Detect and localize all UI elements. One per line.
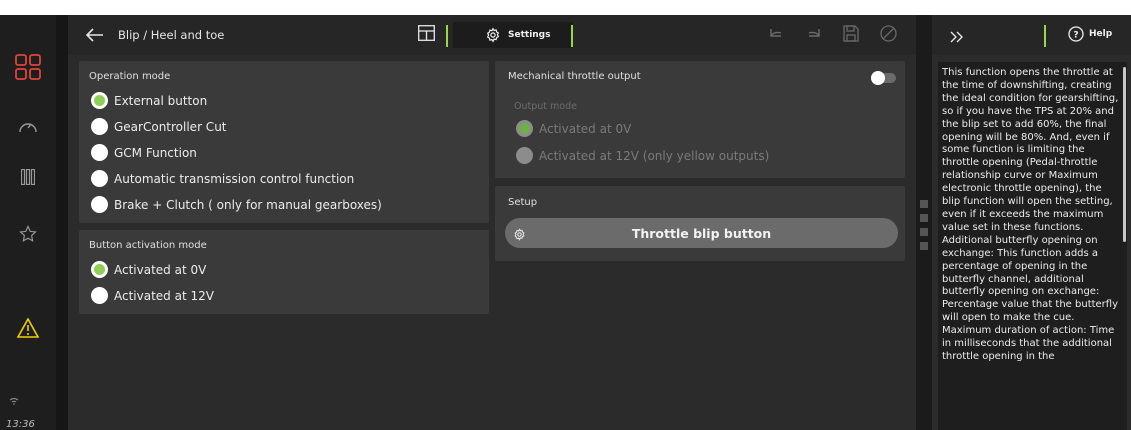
clock-time: 13:36: [6, 419, 35, 430]
throttle-blip-button[interactable]: Throttle blip button: [505, 218, 898, 248]
radio-selected[interactable]: [91, 261, 108, 278]
option-output-0v[interactable]: Activated at 0V: [516, 120, 631, 137]
help-scrollbar[interactable]: [1123, 67, 1126, 242]
option-label: Brake + Clutch ( only for manual gearbox…: [114, 197, 382, 212]
top-strip: [0, 0, 1131, 15]
help-separator: [1044, 25, 1046, 47]
radio[interactable]: [91, 118, 108, 135]
option-gearcontroller-cut[interactable]: GearController Cut: [91, 118, 227, 135]
radio[interactable]: [91, 144, 108, 161]
mechanical-throttle-title: Mechanical throttle output: [508, 71, 641, 82]
help-label[interactable]: Help: [1089, 29, 1112, 39]
settings-label: Settings: [508, 30, 551, 40]
left-sidebar: 13:36: [0, 15, 56, 430]
toggle-knob: [871, 71, 885, 85]
option-label: Activated at 0V: [539, 121, 632, 136]
tab-separator-left: [446, 25, 448, 47]
warning-icon[interactable]: [14, 314, 42, 342]
help-panel: ? Help This function opens the throttle …: [932, 15, 1131, 430]
header-bar: Blip / Heel and toe Settings: [68, 15, 916, 55]
option-external-button[interactable]: External button: [91, 92, 207, 109]
button-activation-panel: Button activation mode Activated at 0V A…: [79, 230, 489, 314]
sidebar-divider: [56, 15, 68, 430]
mechanical-throttle-toggle[interactable]: [871, 71, 896, 85]
panel-resize-handle[interactable]: [920, 200, 928, 256]
svg-text:?: ?: [1073, 31, 1078, 41]
option-label: Activated at 12V (only yellow outputs): [539, 148, 770, 163]
operation-mode-title: Operation mode: [89, 71, 171, 82]
throttle-blip-label: Throttle blip button: [631, 226, 772, 241]
grid-icon[interactable]: [14, 53, 42, 81]
option-activated-0v[interactable]: Activated at 0V: [91, 261, 206, 278]
option-automatic-transmission[interactable]: Automatic transmission control function: [91, 170, 354, 187]
help-text: This function opens the throttle at the …: [942, 67, 1120, 430]
option-label: GCM Function: [114, 145, 197, 160]
radio-selected-disabled[interactable]: [516, 120, 533, 137]
page-title: Blip / Heel and toe: [118, 28, 225, 42]
gear-icon: [485, 27, 501, 46]
option-label: External button: [114, 93, 208, 108]
option-label: Activated at 0V: [114, 262, 207, 277]
collapse-chevron-icon[interactable]: [950, 28, 964, 47]
output-mode-label: Output mode: [514, 101, 577, 112]
radio[interactable]: [91, 196, 108, 213]
option-label: GearController Cut: [114, 119, 227, 134]
option-gcm-function[interactable]: GCM Function: [91, 144, 197, 161]
radio-selected[interactable]: [91, 92, 108, 109]
columns-icon[interactable]: [14, 163, 42, 191]
tab-settings[interactable]: Settings: [453, 22, 573, 48]
button-activation-title: Button activation mode: [89, 240, 207, 251]
radio[interactable]: [91, 287, 108, 304]
undo-icon[interactable]: [768, 26, 784, 45]
cancel-icon[interactable]: [880, 25, 897, 46]
setup-title: Setup: [508, 197, 538, 208]
gauge-icon[interactable]: [14, 112, 42, 140]
option-label: Automatic transmission control function: [114, 171, 355, 186]
save-icon[interactable]: [843, 25, 859, 46]
radio[interactable]: [91, 170, 108, 187]
help-header: ? Help: [932, 15, 1131, 55]
option-label: Activated at 12V: [114, 288, 214, 303]
mechanical-throttle-panel: Mechanical throttle output Output mode A…: [495, 61, 905, 178]
wifi-icon: [0, 387, 28, 415]
tab-separator-right: [571, 25, 573, 47]
table-icon[interactable]: [418, 25, 435, 45]
setup-panel: Setup Throttle blip button: [495, 186, 905, 261]
radio-disabled[interactable]: [516, 147, 533, 164]
option-activated-12v[interactable]: Activated at 12V: [91, 287, 214, 304]
option-brake-clutch[interactable]: Brake + Clutch ( only for manual gearbox…: [91, 196, 382, 213]
star-icon[interactable]: [14, 220, 42, 248]
help-circle-icon[interactable]: ?: [1068, 26, 1084, 46]
main-content: Blip / Heel and toe Settings Operation m…: [68, 15, 916, 430]
operation-mode-panel: Operation mode External button GearContr…: [79, 61, 489, 223]
redo-icon[interactable]: [806, 26, 822, 45]
option-output-12v[interactable]: Activated at 12V (only yellow outputs): [516, 147, 769, 164]
back-arrow-icon[interactable]: [85, 27, 104, 46]
